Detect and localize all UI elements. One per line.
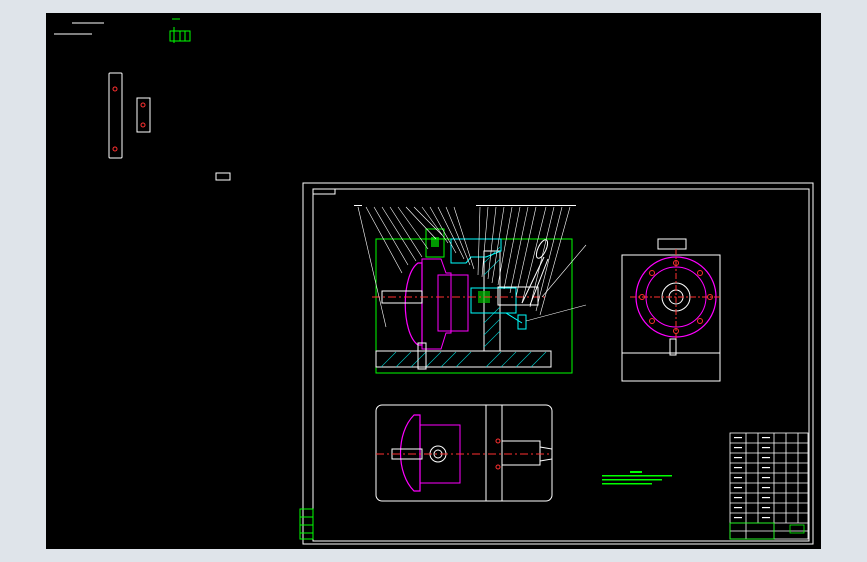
revision-strip bbox=[299, 508, 314, 540]
top-view-base bbox=[375, 404, 553, 502]
stray-part-1 bbox=[108, 72, 123, 159]
leader-lines bbox=[357, 206, 587, 328]
workpiece-disc bbox=[404, 262, 423, 346]
clamp-jaw bbox=[470, 287, 517, 314]
base-plate bbox=[375, 350, 552, 368]
side-view bbox=[621, 238, 722, 382]
stray-lines bbox=[54, 22, 104, 35]
stray-part-2 bbox=[136, 97, 151, 133]
cam-housing bbox=[497, 286, 539, 306]
stray-green-block bbox=[169, 18, 191, 43]
cad-drawing bbox=[54, 18, 814, 545]
stray-part-3 bbox=[215, 172, 231, 181]
leader-tick-marks bbox=[354, 205, 576, 206]
cam-lever-top bbox=[501, 440, 541, 466]
drawing-number-box bbox=[312, 188, 336, 195]
title-block-text-marks bbox=[734, 437, 770, 519]
cad-viewport[interactable] bbox=[46, 13, 821, 549]
top-view bbox=[375, 404, 553, 502]
side-dimension-frame bbox=[621, 352, 721, 382]
front-section-view bbox=[354, 205, 587, 374]
workpiece-hub bbox=[421, 258, 452, 350]
top-clamp bbox=[657, 238, 687, 250]
sheet-outer-border bbox=[302, 182, 814, 545]
technical-notes bbox=[602, 471, 672, 485]
